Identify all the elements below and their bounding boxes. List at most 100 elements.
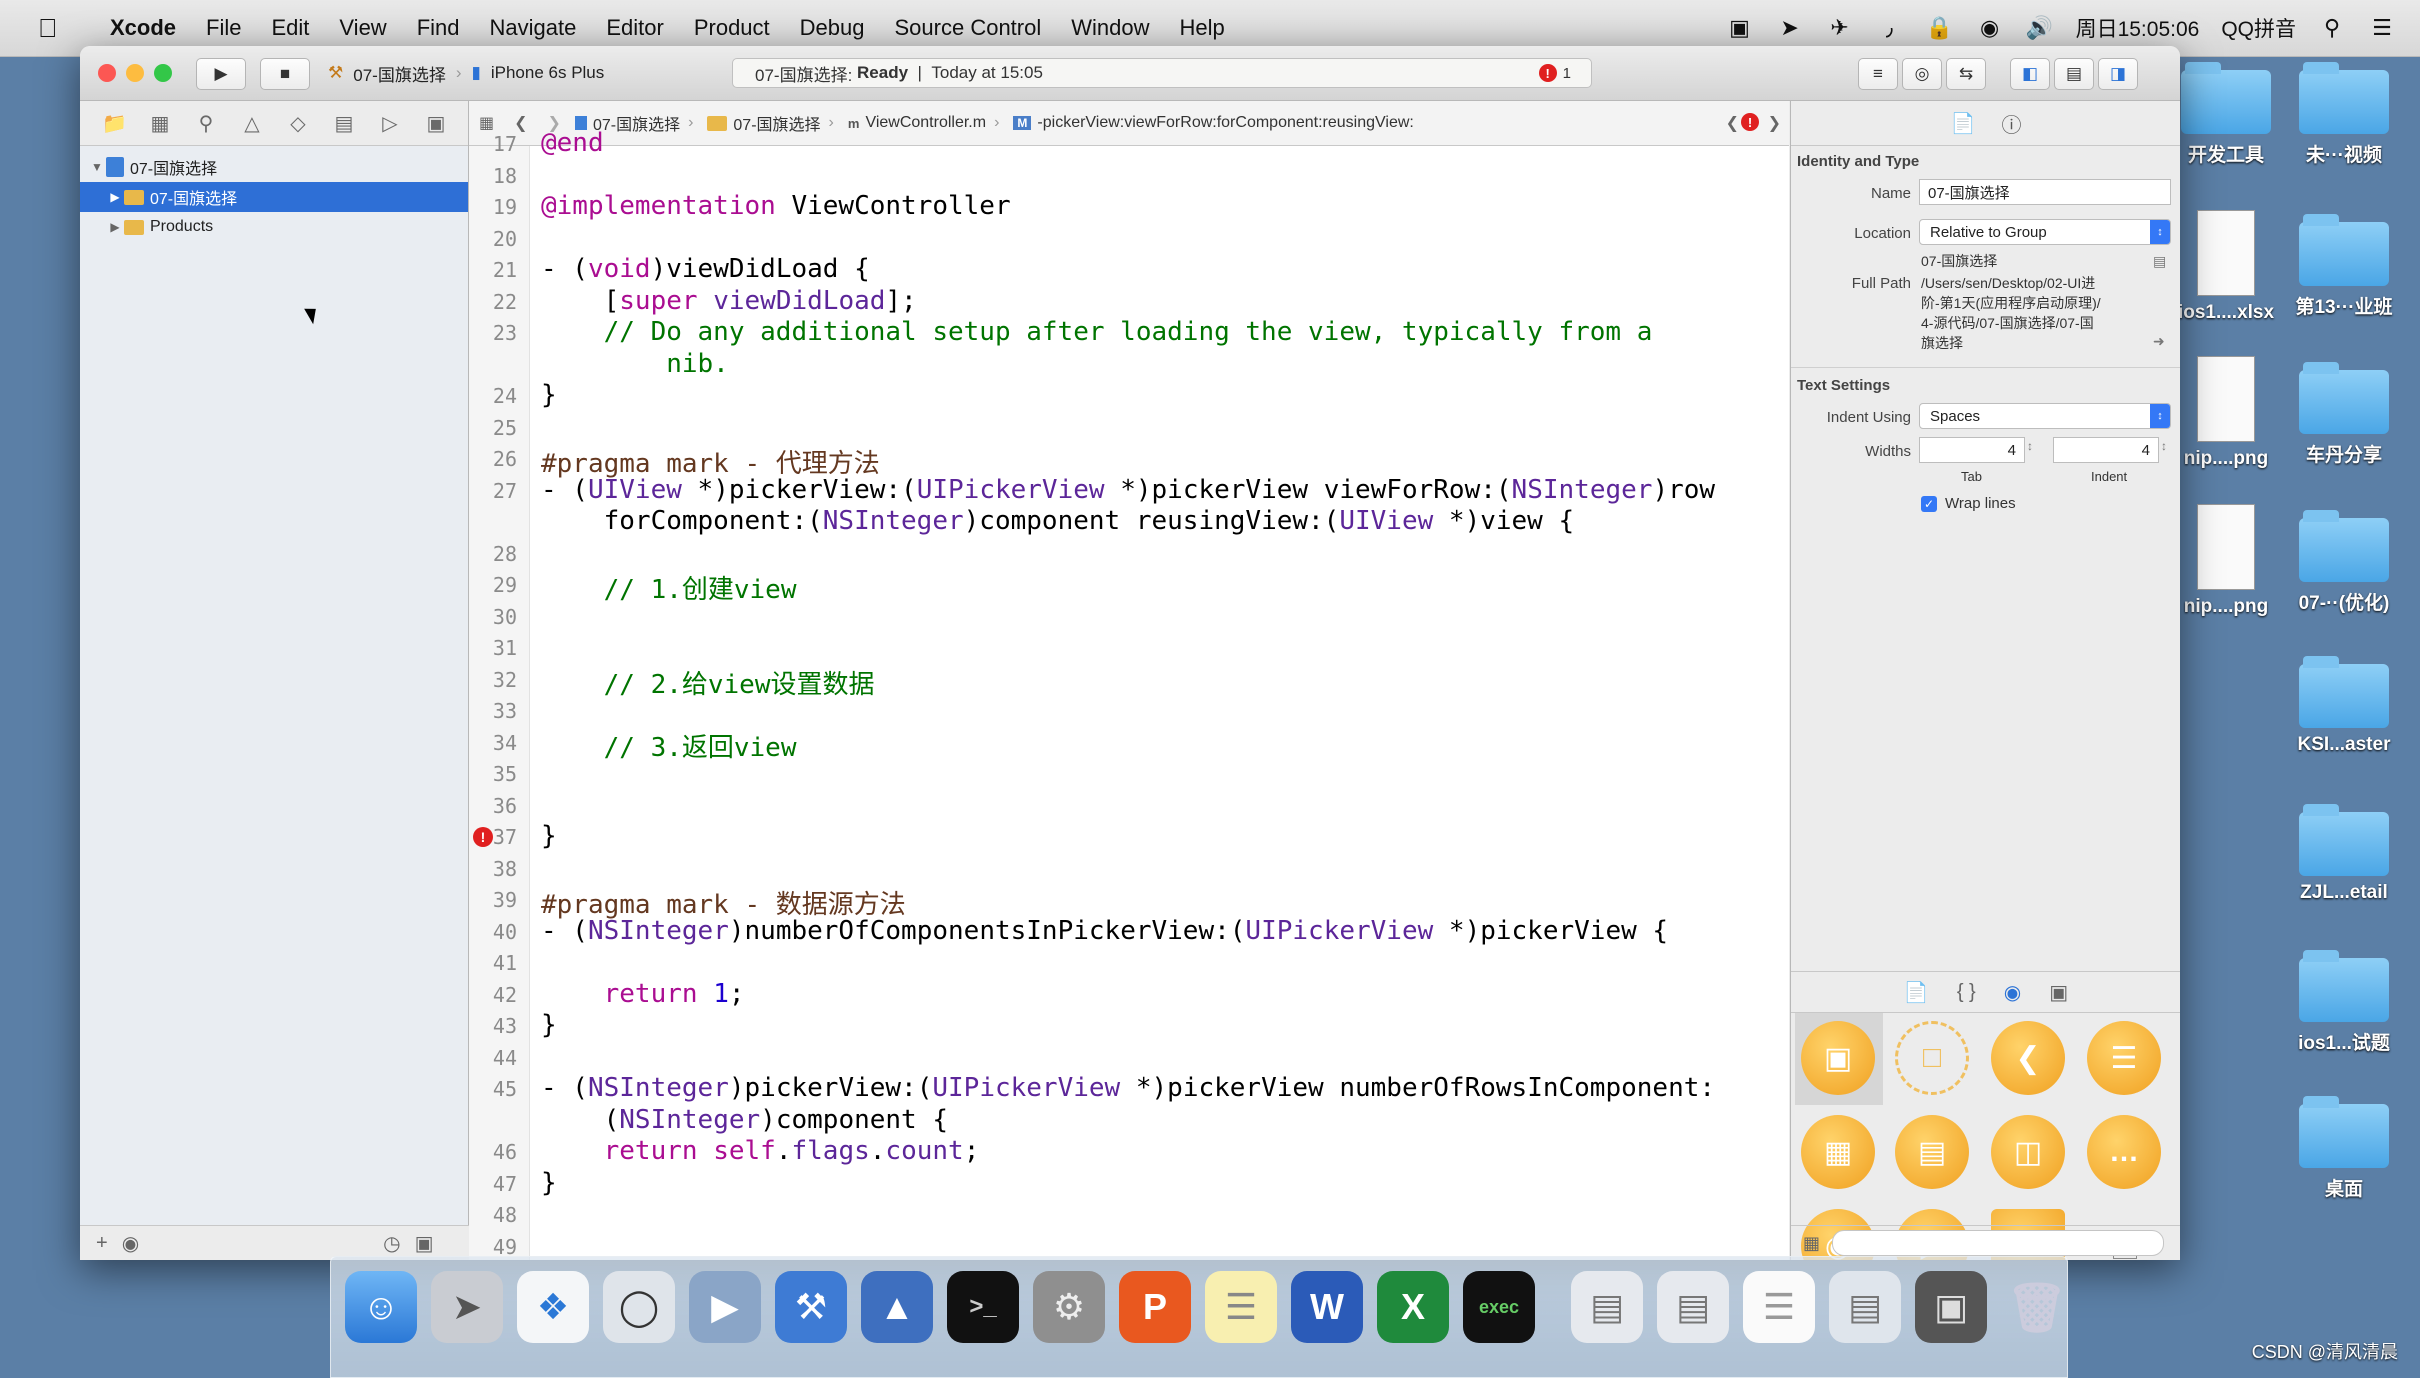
indent-using-select[interactable]: Spaces ↕ xyxy=(1919,403,2171,429)
menu-navigate[interactable]: Navigate xyxy=(490,15,577,41)
menu-help[interactable]: Help xyxy=(1180,15,1225,41)
source-editor[interactable]: 17 18 19 20 21 22 23 24 25 26 27 28 29 30 31 32 33 34 35 36… xyxy=(469,128,1789,1260)
assistant-editor-button[interactable]: ◎ xyxy=(1902,58,1942,90)
clock[interactable]: 周日15:05:06 xyxy=(2076,13,2200,43)
document-icon[interactable]: ☰ xyxy=(1743,1271,1815,1343)
stop-button[interactable]: ■ xyxy=(260,58,310,90)
screen-icon[interactable]: ▣ xyxy=(1915,1271,1987,1343)
menu-window[interactable]: Window xyxy=(1071,15,1149,41)
version-editor-button[interactable]: ⇆ xyxy=(1946,58,1986,90)
disclosure-closed-icon[interactable]: ▶ xyxy=(106,190,124,204)
grid-view-icon[interactable]: ▦ xyxy=(1803,1233,1820,1254)
menu-debug[interactable]: Debug xyxy=(800,15,865,41)
split-view-controller-icon[interactable]: ◫ xyxy=(1991,1115,2065,1189)
close-button[interactable] xyxy=(98,64,116,82)
preview-doc-icon[interactable]: ▤ xyxy=(1657,1271,1729,1343)
volume-icon[interactable]: 🔊 xyxy=(2026,16,2054,40)
error-marker-icon[interactable]: ! xyxy=(473,827,493,847)
prev-issue-icon[interactable]: ❮ xyxy=(1726,113,1739,133)
error-badge[interactable]: ! 1 xyxy=(1538,64,1571,82)
indent-width-field[interactable]: 4 xyxy=(2053,437,2159,463)
lock-icon[interactable]: 🔒 xyxy=(1926,16,1954,40)
console-icon[interactable]: exec xyxy=(1463,1271,1535,1343)
object-library-icon[interactable]: ◉ xyxy=(2004,980,2021,1005)
page-view-controller-icon[interactable]: … xyxy=(2087,1115,2161,1189)
tree-group[interactable]: ▶ 07-国旗选择 xyxy=(80,182,468,212)
menu-product[interactable]: Product xyxy=(694,15,770,41)
excel-icon[interactable]: X xyxy=(1377,1271,1449,1343)
system-preferences-icon[interactable]: ⚙ xyxy=(1033,1271,1105,1343)
symbol-icon[interactable]: ▦ xyxy=(148,111,172,136)
menu-xcode[interactable]: Xcode xyxy=(110,15,176,41)
wifi-icon[interactable]: ◉ xyxy=(1976,16,2004,40)
minimize-button[interactable] xyxy=(126,64,144,82)
document-icon[interactable]: ▤ xyxy=(1829,1271,1901,1343)
location-select[interactable]: Relative to Group ↕ xyxy=(1919,219,2171,245)
scm-filter-icon[interactable]: ▣ xyxy=(415,1231,434,1256)
tree-products[interactable]: ▶ Products xyxy=(80,212,468,242)
run-button[interactable]: ▶ xyxy=(196,58,246,90)
standard-editor-button[interactable]: ≡ xyxy=(1858,58,1898,90)
launchpad-icon[interactable]: ➤ xyxy=(431,1271,503,1343)
menu-source-control[interactable]: Source Control xyxy=(895,15,1042,41)
camera-icon[interactable]: ▣ xyxy=(1726,16,1754,40)
name-field[interactable]: 07-国旗选择 xyxy=(1919,179,2171,205)
tab-stepper[interactable]: ↕ xyxy=(2027,439,2033,453)
desktop-item[interactable]: nip....png xyxy=(2166,504,2286,618)
bluetooth-icon[interactable]: ٫ xyxy=(1876,16,1904,40)
tab-bar-controller-icon[interactable]: ▤ xyxy=(1895,1115,1969,1189)
toggle-utilities-button[interactable]: ◨ xyxy=(2098,58,2138,90)
navigation-controller-icon[interactable]: ❮ xyxy=(1991,1021,2065,1095)
code-snippet-icon[interactable]: { } xyxy=(1957,981,1976,1004)
xcode-icon[interactable]: ⚒ xyxy=(775,1271,847,1343)
desktop-item[interactable]: 未···视频 xyxy=(2284,62,2404,167)
file-template-icon[interactable]: 📄 xyxy=(1904,980,1929,1005)
warning-icon[interactable]: △ xyxy=(240,111,264,136)
menu-find[interactable]: Find xyxy=(417,15,460,41)
crumb-group[interactable]: 07-国旗选择 xyxy=(707,111,821,135)
screenflow-icon[interactable]: ▶ xyxy=(689,1271,761,1343)
preview-doc-icon[interactable]: ▤ xyxy=(1571,1271,1643,1343)
menu-edit[interactable]: Edit xyxy=(271,15,309,41)
next-issue-icon[interactable]: ❯ xyxy=(1768,113,1781,133)
mouse-app-icon[interactable]: ◯ xyxy=(603,1271,675,1343)
breakpoint-icon[interactable]: ▷ xyxy=(378,111,402,136)
menu-view[interactable]: View xyxy=(339,15,386,41)
disclosure-closed-icon[interactable]: ▶ xyxy=(106,220,124,234)
instruments-icon[interactable]: ▲ xyxy=(861,1271,933,1343)
desktop-item[interactable]: nip....png xyxy=(2166,356,2286,470)
folder-icon[interactable]: ▤ xyxy=(2153,253,2166,270)
scheme-selector[interactable]: ⚒ 07-国旗选择 › ▮ iPhone 6s Plus xyxy=(328,58,604,88)
input-method[interactable]: QQ拼音 xyxy=(2221,13,2296,43)
apple-icon[interactable]:  xyxy=(38,13,78,44)
desktop-item[interactable]: KSI...aster xyxy=(2284,656,2404,756)
add-icon[interactable]: + xyxy=(96,1232,108,1255)
desktop-item[interactable]: 第13···业班 xyxy=(2284,214,2404,319)
media-library-icon[interactable]: ▣ xyxy=(2049,980,2068,1005)
wrap-lines-checkbox[interactable]: ✓ Wrap lines xyxy=(1921,495,2016,512)
desktop-item[interactable]: 车丹分享 xyxy=(2284,362,2404,467)
report-icon[interactable]: ▣ xyxy=(424,111,448,136)
search-icon[interactable]: ⚲ xyxy=(194,111,218,136)
reveal-arrow-icon[interactable]: ➜ xyxy=(2153,333,2165,350)
test-icon[interactable]: ◇ xyxy=(286,111,310,136)
view-controller-icon[interactable]: ▣ xyxy=(1801,1021,1875,1095)
issue-icon[interactable]: ! xyxy=(1741,113,1759,131)
finder-icon[interactable]: ☺ xyxy=(345,1271,417,1343)
menu-file[interactable]: File xyxy=(206,15,241,41)
collection-view-controller-icon[interactable]: ▦ xyxy=(1801,1115,1875,1189)
desktop-item[interactable]: 07-··(优化) xyxy=(2284,510,2404,615)
safari-icon[interactable]: ❖ xyxy=(517,1271,589,1343)
desktop-item[interactable]: 开发工具 xyxy=(2166,62,2286,167)
debug-icon[interactable]: ▤ xyxy=(332,111,356,136)
toggle-navigator-button[interactable]: ◧ xyxy=(2010,58,2050,90)
location-icon[interactable]: ➤ xyxy=(1776,16,1804,40)
menu-editor[interactable]: Editor xyxy=(606,15,663,41)
trash-icon[interactable]: 🗑 xyxy=(2001,1271,2073,1343)
airplane-icon[interactable]: ✈ xyxy=(1826,16,1854,40)
crumb-file[interactable]: m ViewController.m xyxy=(848,114,986,132)
search-icon[interactable]: ⚲ xyxy=(2318,16,2346,40)
crumb-method[interactable]: M -pickerView:viewForRow:forComponent:reu… xyxy=(1013,114,1414,132)
recent-icon[interactable]: ◷ xyxy=(383,1231,400,1256)
tab-width-field[interactable]: 4 xyxy=(1919,437,2025,463)
